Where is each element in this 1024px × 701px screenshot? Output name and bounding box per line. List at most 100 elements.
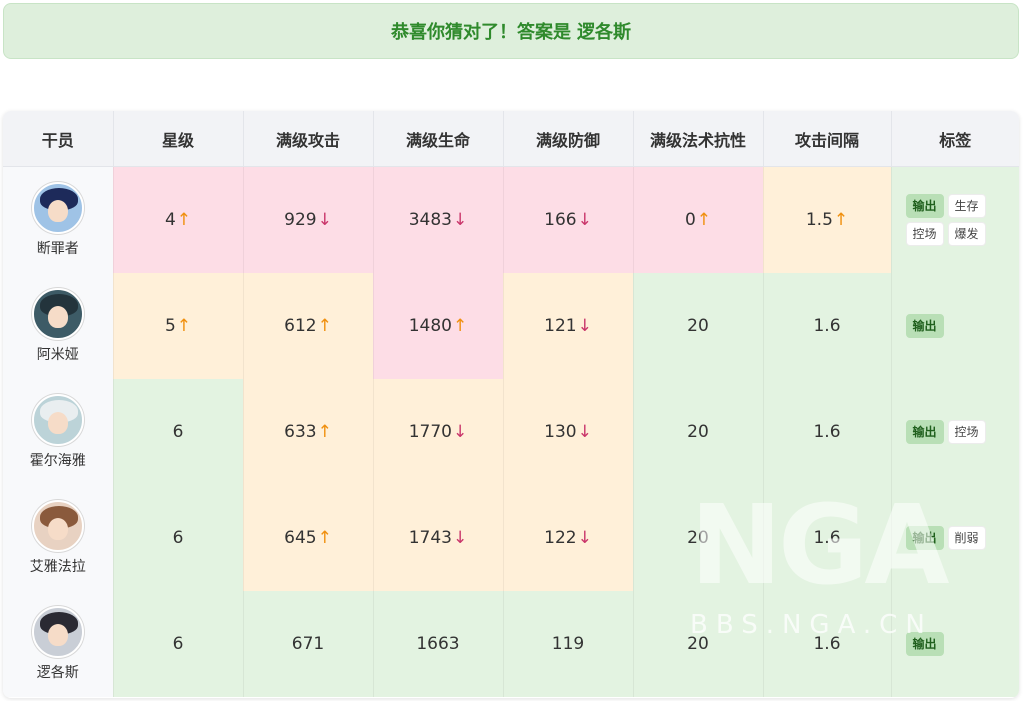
tag-badge: 输出 xyxy=(905,313,944,338)
def-value: 130 xyxy=(544,421,577,442)
star-value: 6 xyxy=(172,633,184,654)
table-row: 阿米娅 5↑ 612↑ 1480↑ 121↓ 20 1.6 输出 xyxy=(3,272,1019,379)
interval-cell: 1.6 xyxy=(763,590,892,697)
table-row: 霍尔海雅 6 633↑ 1770↓ 130↓ 20 1.6 输出 控场 xyxy=(3,378,1019,485)
tag-badge: 输出 xyxy=(905,419,944,444)
tag-badge: 生存 xyxy=(947,193,986,218)
tags-cell: 输出 控场 xyxy=(891,378,1019,485)
header-tags: 标签 xyxy=(891,111,1019,167)
operator-avatar xyxy=(31,181,84,234)
res-cell: 20 xyxy=(633,378,764,485)
star-value: 4 xyxy=(164,209,176,230)
table-row: 艾雅法拉 6 645↑ 1743↓ 122↓ 20 1.6 输出 削弱 xyxy=(3,484,1019,591)
hp-value: 1480 xyxy=(408,315,452,336)
atk-value: 645 xyxy=(284,527,317,548)
arrow-up-icon: ↑ xyxy=(317,421,332,442)
atk-cell: 612↑ xyxy=(243,272,374,379)
operator-name: 艾雅法拉 xyxy=(29,558,86,575)
arrow-up-icon: ↑ xyxy=(176,209,192,230)
result-answer: 逻各斯 xyxy=(577,22,631,43)
hp-cell: 1480↑ xyxy=(373,272,504,379)
interval-value: 1.6 xyxy=(813,421,841,442)
interval-value: 1.6 xyxy=(813,315,841,336)
arrow-down-icon: ↓ xyxy=(453,421,468,442)
hp-value: 1770 xyxy=(408,421,452,442)
guess-table-container: 干员 星级 满级攻击 满级生命 满级防御 满级法术抗性 攻击间隔 标签 断罪者 4… xyxy=(3,111,1019,698)
tag-badge: 削弱 xyxy=(947,525,986,550)
res-value: 20 xyxy=(687,315,709,336)
operator-cell: 逻各斯 xyxy=(3,590,114,697)
arrow-up-icon: ↑ xyxy=(317,315,332,336)
operator-cell: 艾雅法拉 xyxy=(3,484,114,591)
hp-cell: 3483↓ xyxy=(373,166,504,273)
arrow-down-icon: ↓ xyxy=(577,421,592,442)
def-value: 121 xyxy=(544,315,577,336)
tag-badge: 控场 xyxy=(947,419,986,444)
arrow-down-icon: ↓ xyxy=(453,527,468,548)
header-def: 满级防御 xyxy=(503,111,634,167)
tag-badge: 控场 xyxy=(905,221,944,246)
star-value: 6 xyxy=(172,527,184,548)
arrow-up-icon: ↑ xyxy=(453,315,468,336)
atk-cell: 645↑ xyxy=(243,484,374,591)
res-cell: 0↑ xyxy=(633,166,764,273)
header-interval: 攻击间隔 xyxy=(763,111,892,167)
tags-cell: 输出 xyxy=(891,272,1019,379)
operator-avatar xyxy=(31,605,84,658)
def-cell: 166↓ xyxy=(503,166,634,273)
atk-cell: 671 xyxy=(243,590,374,697)
def-cell: 121↓ xyxy=(503,272,634,379)
star-value: 5 xyxy=(164,315,176,336)
arrow-down-icon: ↓ xyxy=(453,209,468,230)
header-atk: 满级攻击 xyxy=(243,111,374,167)
result-message: 恭喜你猜对了！答案是 xyxy=(391,22,571,43)
res-cell: 20 xyxy=(633,484,764,591)
tag-badge: 输出 xyxy=(905,525,944,550)
res-value: 20 xyxy=(687,527,709,548)
arrow-up-icon: ↑ xyxy=(833,209,849,230)
header-res: 满级法术抗性 xyxy=(633,111,764,167)
atk-cell: 633↑ xyxy=(243,378,374,485)
operator-avatar xyxy=(31,287,84,340)
guess-table: 干员 星级 满级攻击 满级生命 满级防御 满级法术抗性 攻击间隔 标签 断罪者 4… xyxy=(3,111,1019,697)
def-cell: 122↓ xyxy=(503,484,634,591)
res-value: 20 xyxy=(687,633,709,654)
interval-cell: 1.6 xyxy=(763,484,892,591)
def-cell: 119 xyxy=(503,590,634,697)
header-star: 星级 xyxy=(113,111,244,167)
res-value: 20 xyxy=(687,421,709,442)
operator-avatar xyxy=(31,499,84,552)
avatar-face xyxy=(47,623,68,646)
tags-cell: 输出 削弱 xyxy=(891,484,1019,591)
operator-cell: 阿米娅 xyxy=(3,272,114,379)
avatar-face xyxy=(47,199,68,222)
res-value: 0 xyxy=(684,209,696,230)
operator-avatar xyxy=(31,393,84,446)
arrow-down-icon: ↓ xyxy=(317,209,332,230)
atk-value: 671 xyxy=(291,633,325,654)
operator-name: 逻各斯 xyxy=(36,664,79,681)
atk-value: 612 xyxy=(284,315,317,336)
tag-badge: 输出 xyxy=(905,193,944,218)
def-value: 122 xyxy=(544,527,577,548)
operator-name: 霍尔海雅 xyxy=(29,452,86,469)
table-row: 逻各斯 6 671 1663 119 20 1.6 输出 xyxy=(3,590,1019,697)
star-cell: 6 xyxy=(113,590,244,697)
avatar-face xyxy=(47,305,68,328)
operator-cell: 断罪者 xyxy=(3,166,114,273)
table-header-row: 干员 星级 满级攻击 满级生命 满级防御 满级法术抗性 攻击间隔 标签 xyxy=(3,111,1019,167)
atk-value: 633 xyxy=(284,421,317,442)
avatar-face xyxy=(47,411,68,434)
arrow-up-icon: ↑ xyxy=(317,527,332,548)
operator-name: 阿米娅 xyxy=(36,346,79,363)
tags-cell: 输出 xyxy=(891,590,1019,697)
interval-value: 1.6 xyxy=(813,633,841,654)
hp-cell: 1770↓ xyxy=(373,378,504,485)
hp-cell: 1743↓ xyxy=(373,484,504,591)
star-cell: 6 xyxy=(113,484,244,591)
res-cell: 20 xyxy=(633,590,764,697)
interval-cell: 1.6 xyxy=(763,272,892,379)
operator-cell: 霍尔海雅 xyxy=(3,378,114,485)
hp-value: 3483 xyxy=(408,209,452,230)
def-value: 166 xyxy=(544,209,577,230)
